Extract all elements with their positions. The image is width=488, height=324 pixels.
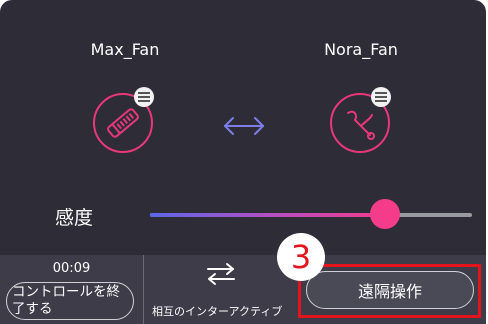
mutual-interactive-label: 相互のインターアクティブ	[152, 305, 283, 318]
sensitivity-label: 感度	[55, 207, 94, 229]
right-user-name: Nora_Fan	[324, 40, 398, 59]
bottom-bar-divider	[143, 255, 144, 324]
menu-icon	[138, 92, 150, 102]
right-menu-icon[interactable]	[371, 87, 391, 107]
bidirectional-arrow-icon	[224, 117, 264, 135]
step-highlight-box	[298, 264, 481, 318]
sensitivity-slider[interactable]	[150, 213, 472, 217]
session-timer: 00:09	[52, 261, 91, 276]
sensitivity-slider-fill	[150, 213, 386, 217]
swap-arrows-icon[interactable]	[205, 262, 237, 286]
step-number-badge: 3	[277, 233, 325, 281]
left-menu-icon[interactable]	[134, 87, 154, 107]
sensitivity-slider-thumb[interactable]	[370, 199, 401, 229]
end-control-button[interactable]: コントロールを終了する	[6, 282, 134, 320]
rabbit-toy-icon	[347, 110, 375, 140]
toy-device-icon	[107, 108, 139, 138]
menu-icon	[375, 92, 387, 102]
left-user-name: Max_Fan	[90, 40, 160, 59]
